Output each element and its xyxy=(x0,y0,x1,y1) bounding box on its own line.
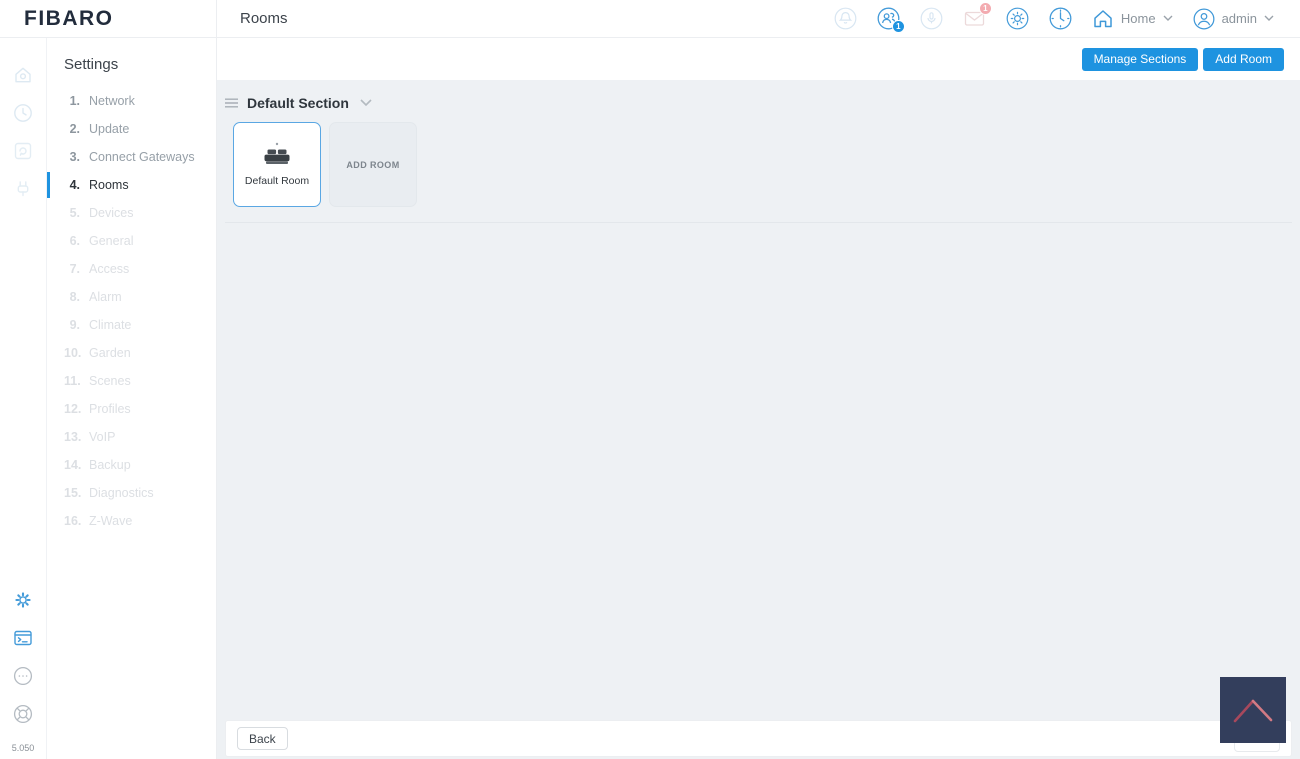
section-divider xyxy=(225,222,1292,223)
sidebar-item-label: Devices xyxy=(89,206,133,220)
top-header: FIBARO Rooms 1 xyxy=(0,0,1300,38)
scenes-icon[interactable] xyxy=(12,140,34,162)
logo-area: FIBARO xyxy=(0,0,217,37)
fibaro-logo: FIBARO xyxy=(24,7,114,31)
dashboard-home-icon[interactable] xyxy=(12,64,34,86)
sidebar-item-label: Garden xyxy=(89,346,131,360)
section-title: Default Section xyxy=(247,95,349,111)
section-collapse-chevron-icon[interactable] xyxy=(360,99,372,107)
room-cards: Default Room ADD ROOM xyxy=(225,122,1292,207)
support-chat-widget[interactable] xyxy=(1220,677,1286,743)
sidebar-item-label: Connect Gateways xyxy=(89,150,195,164)
sidebar-item-label: Profiles xyxy=(89,402,131,416)
page-title: Rooms xyxy=(217,0,834,37)
fibaro-app: FIBARO Rooms 1 xyxy=(0,0,1300,759)
sidebar-item-label: Climate xyxy=(89,318,131,332)
sidebar-item-label: Network xyxy=(89,94,135,108)
sidebar-item-label: Rooms xyxy=(89,178,129,192)
user-menu-label: admin xyxy=(1222,11,1257,26)
sidebar-item-connect-gateways[interactable]: 3. Connect Gateways xyxy=(47,143,216,171)
sidebar-item-label: General xyxy=(89,234,133,248)
rooms-toolbar: Manage Sections Add Room xyxy=(217,38,1300,80)
sidebar-item-voip: 13. VoIP xyxy=(47,423,216,451)
left-icon-rail: 5.050 xyxy=(0,38,47,759)
version-label: 5.050 xyxy=(12,741,35,759)
add-room-button[interactable]: Add Room xyxy=(1203,48,1284,71)
sidebar-item-update[interactable]: 2. Update xyxy=(47,115,216,143)
sidebar-item-devices: 5. Devices xyxy=(47,199,216,227)
footer-bar: Back xyxy=(225,720,1292,757)
sidebar-item-label: Backup xyxy=(89,458,131,472)
home-menu[interactable]: Home xyxy=(1092,8,1173,30)
rooms-content: Default Section Defaul xyxy=(217,80,1300,720)
user-menu[interactable]: admin xyxy=(1193,8,1274,30)
back-button[interactable]: Back xyxy=(237,727,288,750)
chevron-down-icon xyxy=(1163,15,1173,22)
sidebar-item-garden: 10. Garden xyxy=(47,339,216,367)
mail-icon[interactable]: 1 xyxy=(963,7,986,30)
sidebar-item-network[interactable]: 1. Network xyxy=(47,87,216,115)
sidebar-item-general: 6. General xyxy=(47,227,216,255)
roof-chevron-icon xyxy=(1228,694,1278,726)
settings-title: Settings xyxy=(47,56,216,73)
sidebar-item-label: Access xyxy=(89,262,129,276)
clock-icon[interactable] xyxy=(1049,7,1072,30)
settings-gear-icon[interactable] xyxy=(12,589,34,611)
history-icon[interactable] xyxy=(12,102,34,124)
sidebar-item-label: Scenes xyxy=(89,374,131,388)
room-name: Default Room xyxy=(245,175,309,187)
sidebar-item-profiles: 12. Profiles xyxy=(47,395,216,423)
sidebar-item-backup: 14. Backup xyxy=(47,451,216,479)
bed-icon xyxy=(260,142,294,168)
sidebar-item-diagnostics: 15. Diagnostics xyxy=(47,479,216,507)
chevron-down-icon xyxy=(1264,15,1274,22)
sidebar-item-zwave: 16. Z-Wave xyxy=(47,507,216,535)
sidebar-item-rooms[interactable]: 4. Rooms xyxy=(47,171,216,199)
sidebar-item-label: Alarm xyxy=(89,290,122,304)
users-icon[interactable]: 1 xyxy=(877,7,900,30)
brightness-icon[interactable] xyxy=(1006,7,1029,30)
avatar-icon xyxy=(1193,8,1215,30)
lifebuoy-help-icon[interactable] xyxy=(12,703,34,725)
settings-panel: Settings 1. Network 2. Update 3. Connect… xyxy=(47,38,217,759)
home-icon xyxy=(1095,11,1111,27)
microphone-icon[interactable] xyxy=(920,7,943,30)
manage-sections-button[interactable]: Manage Sections xyxy=(1082,48,1199,71)
mail-badge: 1 xyxy=(979,2,992,15)
sidebar-item-label: VoIP xyxy=(89,430,115,444)
sidebar-item-label: Z-Wave xyxy=(89,514,132,528)
sidebar-item-label: Update xyxy=(89,122,129,136)
section-header: Default Section xyxy=(225,92,1292,114)
home-menu-label: Home xyxy=(1121,11,1156,26)
sidebar-item-scenes: 11. Scenes xyxy=(47,367,216,395)
room-card-default-room[interactable]: Default Room xyxy=(233,122,321,207)
drag-handle-icon[interactable] xyxy=(225,98,238,108)
devices-plug-icon[interactable] xyxy=(12,178,34,200)
add-room-card[interactable]: ADD ROOM xyxy=(329,122,417,207)
alarm-bell-icon[interactable] xyxy=(834,7,857,30)
sidebar-item-label: Diagnostics xyxy=(89,486,154,500)
sidebar-item-climate: 9. Climate xyxy=(47,311,216,339)
terminal-icon[interactable] xyxy=(12,627,34,649)
main-area: Manage Sections Add Room Default Section xyxy=(217,38,1300,759)
chat-support-icon[interactable] xyxy=(12,665,34,687)
header-actions: 1 1 xyxy=(834,0,1300,37)
sidebar-item-alarm: 8. Alarm xyxy=(47,283,216,311)
sidebar-item-access: 7. Access xyxy=(47,255,216,283)
users-badge: 1 xyxy=(892,20,905,33)
